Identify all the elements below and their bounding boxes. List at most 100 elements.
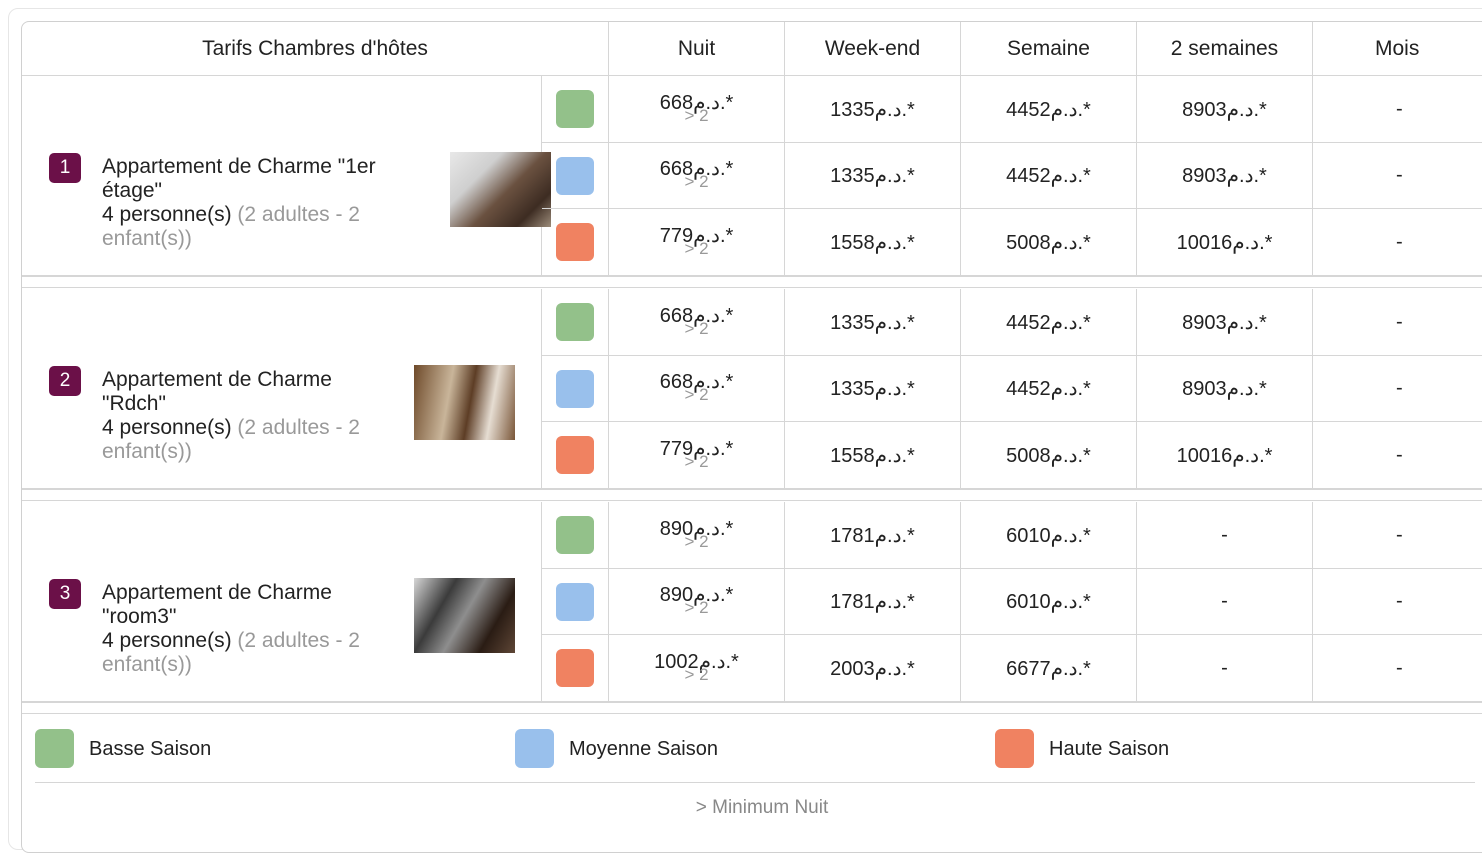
price-deux: -: [1137, 569, 1313, 635]
room-persons: 4 personne(s): [102, 629, 232, 652]
price-value: 1781د.م.*: [830, 524, 915, 547]
price-weekend: 1781د.م.*: [785, 569, 961, 635]
price-mois: -: [1313, 209, 1482, 276]
price-nuit: 668د.م.* > 2: [609, 356, 785, 422]
room-persons: 4 personne(s): [102, 416, 232, 439]
price-mois: -: [1313, 289, 1482, 356]
room-number-badge: 3: [49, 579, 81, 609]
price-nuit: 779د.م.* > 2: [609, 422, 785, 489]
minimum-nights: > 2: [684, 451, 709, 471]
season-swatch-cell: [542, 289, 609, 356]
room-photo[interactable]: [414, 365, 515, 440]
minimum-nights: > 2: [684, 598, 709, 617]
room-photo[interactable]: [450, 152, 551, 227]
rates-table: Tarifs Chambres d'hôtes Nuit Week-end Se…: [21, 21, 1482, 853]
price-value: 10016د.م.*: [1176, 231, 1273, 254]
season-swatch-haute: [556, 436, 594, 474]
room-capacity: 4 personne(s) (2 adultes - 2 enfant(s)): [102, 416, 392, 464]
price-value: 6010د.م.*: [1006, 591, 1091, 613]
price-mois: -: [1313, 356, 1482, 422]
room-name[interactable]: Appartement de Charme "room3": [102, 581, 392, 629]
minimum-nights: > 2: [684, 664, 709, 684]
price-deux: 10016د.م.*: [1137, 422, 1313, 489]
price-mois: -: [1313, 569, 1482, 635]
price-value: 6677د.م.*: [1006, 657, 1091, 680]
price-semaine: 4452د.م.*: [961, 76, 1137, 143]
price-deux: -: [1137, 635, 1313, 702]
season-swatch-cell: [542, 422, 609, 489]
price-value: 4452د.م.*: [1006, 98, 1091, 121]
room-number-badge: 1: [49, 153, 81, 183]
season-swatch-cell: [542, 356, 609, 422]
season-swatch-moyenne: [556, 156, 594, 195]
price-value: 10016د.م.*: [1176, 444, 1273, 467]
price-weekend: 2003د.م.*: [785, 635, 961, 702]
price-value: 1781د.م.*: [830, 591, 915, 613]
price-value: 1335د.م.*: [830, 165, 915, 187]
price-value: -: [1396, 590, 1403, 612]
price-weekend: 1558د.م.*: [785, 422, 961, 489]
col-header-semaine: Semaine: [961, 22, 1137, 76]
price-semaine: 6010د.م.*: [961, 502, 1137, 569]
price-value: -: [1221, 656, 1228, 679]
row-separator: [22, 701, 1482, 714]
room-persons: 4 personne(s): [102, 203, 232, 226]
season-swatch-haute: [556, 649, 594, 687]
price-semaine: 4452د.م.*: [961, 289, 1137, 356]
row-separator: [22, 275, 1482, 288]
col-header-2-semaines: 2 semaines: [1137, 22, 1313, 76]
price-value: -: [1396, 443, 1403, 466]
price-value: -: [1221, 523, 1228, 546]
price-mois: -: [1313, 76, 1482, 143]
price-deux: 8903د.م.*: [1137, 143, 1313, 209]
room-name[interactable]: Appartement de Charme "1er étage": [102, 155, 432, 203]
legend-swatch-moyenne: [515, 729, 554, 768]
price-semaine: 5008د.م.*: [961, 209, 1137, 276]
season-swatch-basse: [556, 90, 594, 128]
price-weekend: 1558د.م.*: [785, 209, 961, 276]
price-mois: -: [1313, 635, 1482, 702]
season-swatch-moyenne: [556, 369, 594, 408]
price-value: 1335د.م.*: [830, 311, 915, 334]
room-capacity: 4 personne(s) (2 adultes - 2 enfant(s)): [102, 629, 392, 677]
legend-swatch-basse: [35, 729, 74, 768]
price-value: 1335د.م.*: [830, 378, 915, 400]
room-number-badge: 2: [49, 366, 81, 396]
table-title: Tarifs Chambres d'hôtes: [22, 22, 609, 76]
price-value: 4452د.م.*: [1006, 165, 1091, 187]
price-value: -: [1396, 230, 1403, 253]
row-separator: [22, 488, 1482, 501]
season-swatch-cell: [542, 502, 609, 569]
season-swatch-haute: [556, 223, 594, 261]
price-deux: 8903د.م.*: [1137, 289, 1313, 356]
legend-label-moyenne: Moyenne Saison: [569, 738, 718, 760]
price-value: 1558د.م.*: [830, 231, 915, 254]
room-capacity: 4 personne(s) (2 adultes - 2 enfant(s)): [102, 203, 432, 251]
price-deux: -: [1137, 502, 1313, 569]
minimum-nights: > 2: [684, 105, 709, 125]
minimum-nights: > 2: [684, 385, 709, 404]
minimum-nights: > 2: [684, 531, 709, 551]
room-name[interactable]: Appartement de Charme "Rdch": [102, 368, 392, 416]
price-weekend: 1781د.م.*: [785, 502, 961, 569]
price-weekend: 1335د.م.*: [785, 289, 961, 356]
price-value: -: [1221, 590, 1228, 612]
season-swatch-cell: [542, 635, 609, 702]
price-nuit: 668د.م.* > 2: [609, 289, 785, 356]
minimum-nights-note: > Minimum Nuit: [695, 797, 829, 818]
price-deux: 10016د.م.*: [1137, 209, 1313, 276]
price-deux: 8903د.م.*: [1137, 356, 1313, 422]
price-value: 4452د.م.*: [1006, 378, 1091, 400]
price-value: 1558د.م.*: [830, 444, 915, 467]
room-photo[interactable]: [414, 578, 515, 653]
col-header-weekend: Week-end: [785, 22, 961, 76]
price-value: 1335د.م.*: [830, 98, 915, 121]
price-value: -: [1396, 377, 1403, 399]
minimum-nights: > 2: [684, 238, 709, 258]
legend-divider: [35, 782, 1475, 783]
price-deux: 8903د.م.*: [1137, 76, 1313, 143]
col-header-mois: Mois: [1313, 22, 1482, 76]
price-value: 8903د.م.*: [1182, 98, 1267, 121]
price-semaine: 4452د.م.*: [961, 143, 1137, 209]
season-swatch-cell: [542, 209, 609, 276]
